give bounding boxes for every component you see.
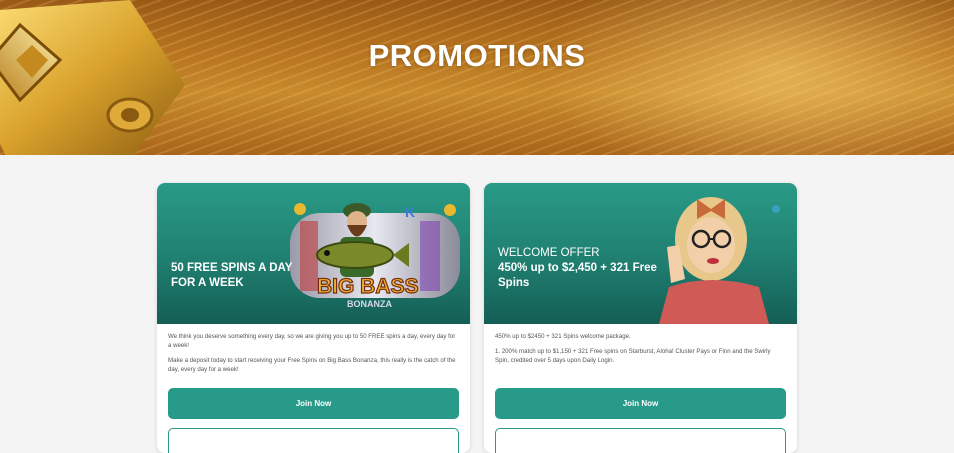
promo-card-free-spins: K BIG BASS BONANZA 50 FREE SPINS A DAY F… bbox=[157, 183, 470, 453]
promo-paragraph: 450% up to $2450 + 321 Spins welcome pac… bbox=[495, 333, 631, 340]
promo-card-welcome-offer: WELCOME OFFER 450% up to $2,450 + 321 Fr… bbox=[484, 183, 797, 453]
art-logo-subtext: BONANZA bbox=[347, 299, 392, 309]
promo-heading-line: WELCOME OFFER bbox=[498, 247, 600, 259]
promo-paragraph: 1. 200% match up to $1,150 + 321 Free sp… bbox=[495, 348, 771, 364]
promo-heading-line: FOR A WEEK bbox=[171, 277, 244, 289]
hero-banner: PROMOTIONS bbox=[0, 0, 954, 155]
promo-heading-line: 50 FREE SPINS A DAY bbox=[171, 262, 293, 274]
page-title: PROMOTIONS bbox=[368, 38, 586, 73]
svg-text:K: K bbox=[405, 204, 415, 220]
promo-heading: WELCOME OFFER 450% up to $2,450 + 321 Fr… bbox=[498, 246, 678, 291]
join-now-button[interactable]: Join Now bbox=[495, 388, 786, 419]
promo-paragraph: Make a deposit today to start receiving … bbox=[168, 357, 456, 373]
join-now-button[interactable]: Join Now bbox=[168, 388, 459, 419]
promo-image: WELCOME OFFER 450% up to $2,450 + 321 Fr… bbox=[484, 183, 797, 324]
big-bass-bonanza-art: K BIG BASS BONANZA bbox=[290, 203, 460, 309]
art-logo-text: BIG BASS bbox=[317, 275, 419, 298]
promo-image: K BIG BASS BONANZA 50 FREE SPINS A DAY F… bbox=[157, 183, 470, 324]
promo-description: 450% up to $2450 + 321 Spins welcome pac… bbox=[484, 324, 797, 365]
promo-paragraph: We think you deserve something every day… bbox=[168, 333, 456, 349]
gold-chip-icon bbox=[0, 0, 185, 155]
hero-glow bbox=[520, 0, 954, 155]
promo-heading-line: 450% up to $2,450 + 321 Free Spins bbox=[498, 262, 657, 289]
promo-heading: 50 FREE SPINS A DAY FOR A WEEK bbox=[171, 261, 311, 291]
promo-description: We think you deserve something every day… bbox=[157, 324, 470, 374]
